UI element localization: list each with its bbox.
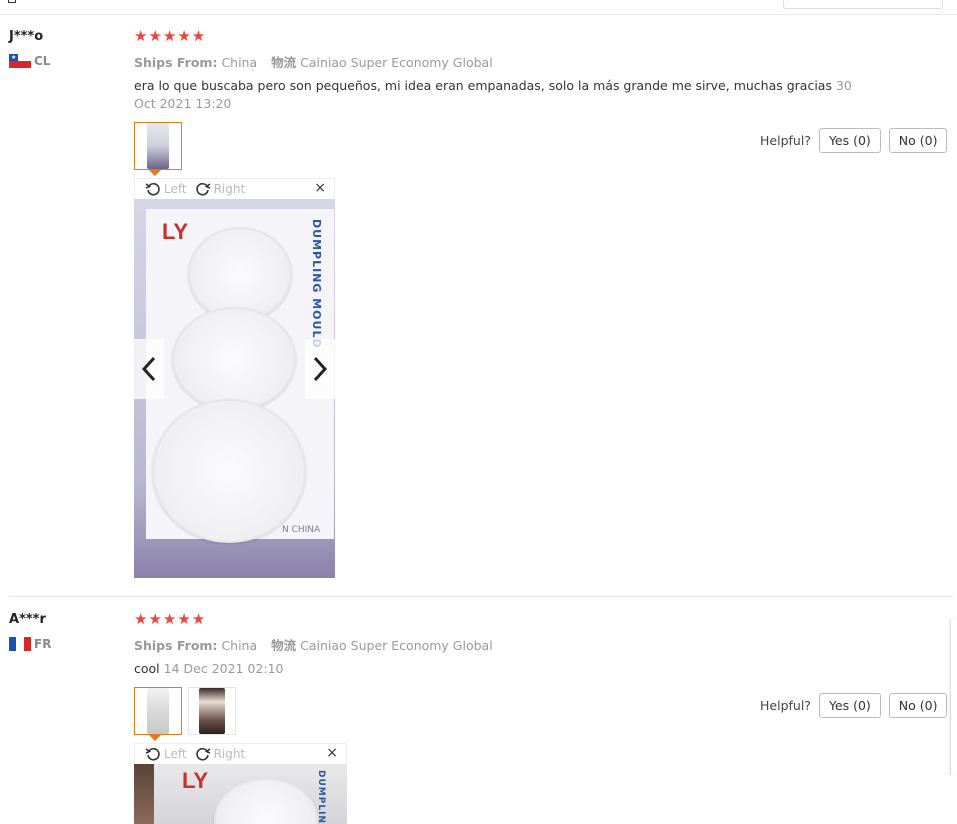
photo-thumbnails	[134, 122, 182, 176]
top-toolbar	[0, 0, 957, 15]
reviewer-name: J***o	[9, 29, 44, 44]
rotate-left-label: Left	[164, 747, 187, 761]
logistics-value: Cainiao Super Economy Global	[300, 638, 493, 653]
star-rating: ★★★★★	[134, 610, 207, 628]
ships-from-value: China	[221, 55, 258, 70]
photo-thumbnail[interactable]	[134, 122, 182, 176]
reviewer-country: ★ CL	[9, 54, 50, 68]
made-in-text: N CHINA	[282, 525, 321, 535]
previous-photo-button[interactable]	[134, 339, 164, 399]
shipping-info: Ships From: China 物流 Cainiao Super Econo…	[134, 52, 493, 71]
logistics-label: 物流	[271, 55, 297, 70]
next-photo-button[interactable]	[305, 339, 335, 399]
helpful-section: Helpful? Yes (0) No (0)	[760, 128, 948, 153]
rotate-right-icon	[195, 182, 211, 196]
rotate-right-button[interactable]: Right	[195, 746, 246, 762]
photo-viewer: Left Right × LY DUMPLING MOULD N CHINA	[134, 178, 335, 578]
photo-thumbnail[interactable]	[134, 687, 182, 741]
photo-background-edge	[134, 764, 154, 824]
chevron-left-icon	[141, 356, 156, 382]
country-code: CL	[34, 54, 51, 68]
ships-from-label: Ships From:	[134, 638, 218, 653]
reviewer-country: FR	[9, 637, 51, 651]
product-label-text: DUMPLING MOULD	[310, 219, 323, 349]
rotate-right-label: Right	[213, 182, 246, 196]
viewer-toolbar: Left Right ×	[134, 178, 335, 199]
photo-thumbnails	[134, 687, 236, 741]
review-divider	[9, 596, 953, 597]
logistics-value: Cainiao Super Economy Global	[300, 55, 493, 70]
rotate-left-button[interactable]: Left	[145, 181, 187, 197]
france-flag-icon	[9, 637, 31, 651]
helpful-label: Helpful?	[760, 698, 811, 713]
rotate-right-icon	[195, 747, 211, 761]
rotate-left-label: Left	[164, 182, 187, 196]
helpful-yes-button[interactable]: Yes (0)	[818, 128, 881, 153]
product-brand-text: LY	[182, 768, 209, 793]
helpful-no-button[interactable]: No (0)	[888, 128, 948, 153]
helpful-section: Helpful? Yes (0) No (0)	[760, 693, 948, 718]
star-rating: ★★★★★	[134, 27, 207, 45]
chevron-right-icon	[313, 356, 328, 382]
helpful-yes-button[interactable]: Yes (0)	[818, 693, 881, 718]
review-photo: LY DUMPLING MOULD N CHINA	[134, 199, 335, 578]
review-body: cool	[134, 661, 160, 676]
review-date: 14 Dec 2021 02:10	[163, 661, 284, 676]
mould-medium	[172, 307, 296, 411]
close-viewer-button[interactable]: ×	[314, 180, 326, 196]
rotate-left-icon	[145, 182, 160, 196]
reviewer-name: A***r	[9, 612, 46, 627]
rotate-right-button[interactable]: Right	[195, 181, 246, 197]
top-control[interactable]	[783, 0, 943, 9]
review-body: era lo que buscaba pero son pequeños, mi…	[134, 78, 832, 93]
rotate-left-icon	[145, 747, 160, 761]
review-text: era lo que buscaba pero son pequeños, mi…	[134, 77, 864, 113]
review-text: cool 14 Dec 2021 02:10	[134, 660, 864, 678]
side-feedback-tab[interactable]	[950, 619, 957, 775]
viewer-toolbar: Left Right ×	[134, 743, 347, 764]
mould-large	[152, 399, 306, 543]
thumbnail-image	[147, 123, 169, 169]
ships-from-label: Ships From:	[134, 55, 218, 70]
photo-viewer: Left Right × LY DUMPLING	[134, 743, 347, 824]
thumbnail-image	[147, 688, 169, 734]
product-brand-text: LY	[162, 219, 189, 244]
country-code: FR	[34, 637, 52, 651]
helpful-label: Helpful?	[760, 133, 811, 148]
chile-flag-icon: ★	[9, 54, 31, 68]
close-viewer-button[interactable]: ×	[326, 745, 338, 761]
review-photo: LY DUMPLING	[134, 764, 347, 824]
shipping-info: Ships From: China 物流 Cainiao Super Econo…	[134, 635, 493, 654]
helpful-no-button[interactable]: No (0)	[888, 693, 948, 718]
logistics-label: 物流	[271, 638, 297, 653]
mould-small	[214, 778, 318, 824]
photo-thumbnail[interactable]	[188, 687, 236, 735]
rotate-right-label: Right	[213, 747, 246, 761]
ships-from-value: China	[221, 638, 258, 653]
rotate-left-button[interactable]: Left	[145, 746, 187, 762]
thumbnail-image	[199, 688, 225, 734]
checkbox-icon[interactable]	[8, 0, 16, 3]
